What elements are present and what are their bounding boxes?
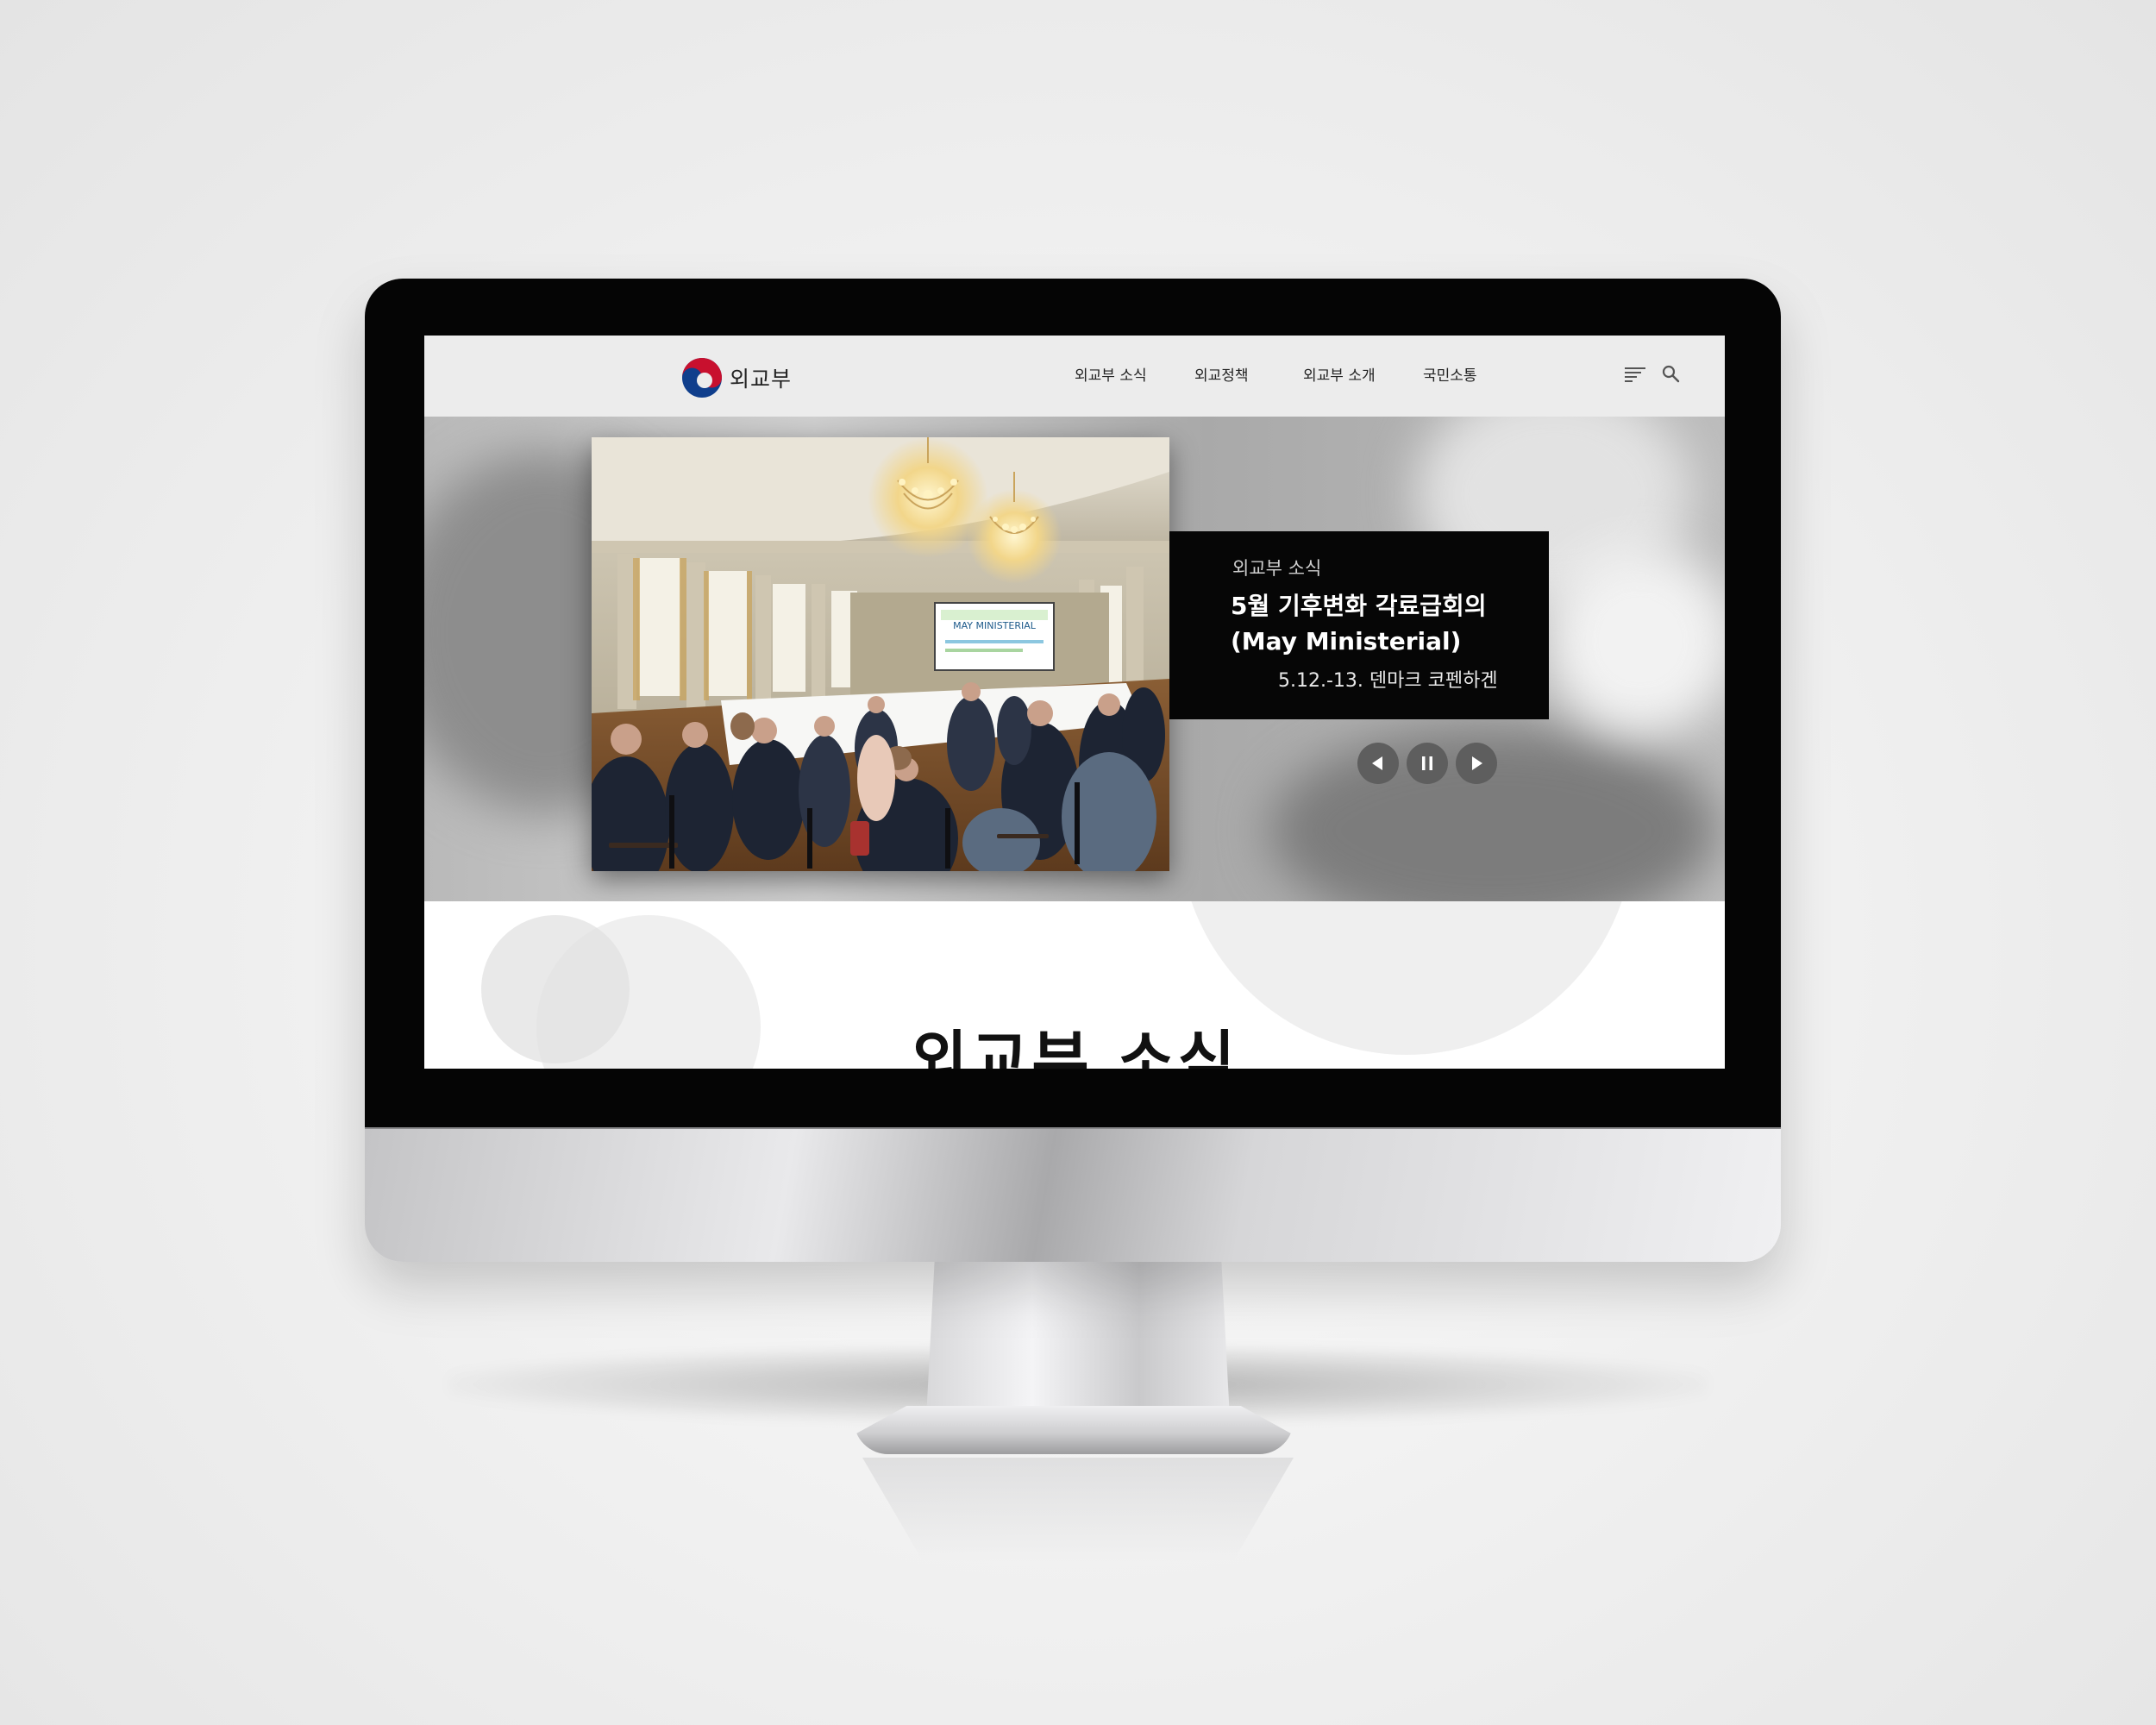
slide-title-line-1: 5월 기후변화 각료급회의 [1231,592,1487,620]
site-logo[interactable]: 외교부 [681,357,792,398]
prev-icon [1372,756,1382,770]
pause-icon [1422,756,1432,770]
slide-title-line-2: (May Ministerial) [1231,627,1462,656]
header-tools [1623,361,1683,387]
news-section: 외교부 소식 [424,901,1725,1069]
next-slide-button[interactable] [1456,743,1497,784]
hero-bg-blur [1545,546,1725,736]
nav-item-communication[interactable]: 국민소통 [1423,363,1477,385]
stand-reflection [862,1458,1294,1561]
conference-hall-image: MAY MINISTERIAL [592,437,1169,871]
pause-slide-button[interactable] [1407,743,1448,784]
hero-slider: MAY MINISTERIAL 외교부 소식 5월 기후변화 각료급회의 (Ma… [424,417,1725,901]
monitor-stand-base [854,1406,1294,1454]
header: 외교부 외교부 소식 외교정책 외교부 소개 국민소통 [424,336,1725,417]
slide-date-location: 5.12.-13. 덴마크 코펜하겐 [1278,670,1498,692]
slide-title: 5월 기후변화 각료급회의 (May Ministerial) [1231,588,1541,659]
nav-item-news[interactable]: 외교부 소식 [1075,363,1147,385]
slider-controls [1357,743,1497,784]
logo-text: 외교부 [730,367,793,392]
taegeuk-logo-icon [682,358,722,398]
nav-item-about[interactable]: 외교부 소개 [1303,363,1376,385]
prev-slide-button[interactable] [1357,743,1399,784]
slide-caption[interactable]: 외교부 소식 5월 기후변화 각료급회의 (May Ministerial) 5… [1169,531,1549,719]
next-icon [1472,756,1482,770]
nav-item-policy[interactable]: 외교정책 [1194,363,1249,385]
monitor-chin [365,1127,1781,1262]
search-icon[interactable] [1659,362,1683,386]
projection-slide-text: MAY MINISTERIAL [953,620,1037,631]
hero-photo[interactable]: MAY MINISTERIAL [592,437,1169,871]
website-screen: 외교부 외교부 소식 외교정책 외교부 소개 국민소통 MAY MINISTER… [424,336,1725,1069]
menu-icon[interactable] [1623,362,1647,386]
section-title: 외교부 소식 [910,1024,1239,1069]
slide-category: 외교부 소식 [1232,558,1322,579]
